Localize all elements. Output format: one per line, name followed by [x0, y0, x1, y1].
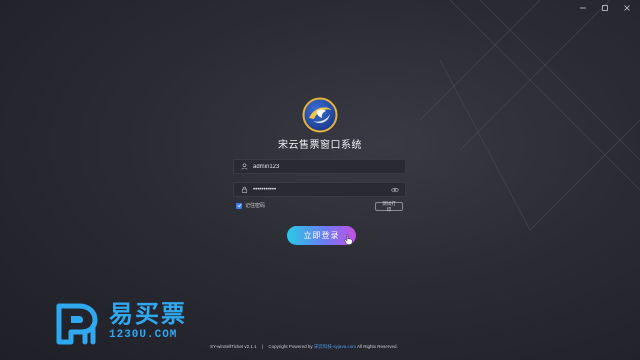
app-title: 宋云售票窗口系统: [278, 140, 362, 151]
brand-name: 易买票: [109, 301, 187, 328]
brand-url: 1230U.COM: [109, 329, 178, 341]
lock-icon: [237, 186, 251, 193]
show-password-icon[interactable]: [388, 187, 402, 193]
password-field[interactable]: [233, 182, 406, 197]
background-decoration: [420, 0, 640, 230]
remember-password[interactable]: 记住密码: [236, 202, 265, 209]
footer-divider: |: [261, 344, 264, 349]
app-logo-icon: [302, 97, 338, 133]
footer: SY-winSellTicket v2.1.1 | Copyright Powe…: [210, 344, 398, 350]
window-controls: [576, 2, 634, 14]
hand-cursor-icon: [344, 234, 353, 245]
username-field[interactable]: [233, 159, 406, 174]
footer-copyright: Copyright Powered by: [268, 344, 313, 349]
minimize-icon[interactable]: [576, 2, 590, 14]
user-icon: [237, 163, 251, 170]
brand-logo-icon: [56, 303, 98, 345]
username-input[interactable]: [251, 160, 405, 173]
maximize-icon[interactable]: [598, 2, 612, 14]
footer-rights: All Rights Reserved.: [356, 344, 398, 349]
test-print-button[interactable]: 测试打印: [375, 201, 403, 212]
footer-version: SY-winSellTicket v2.1.1: [210, 344, 257, 349]
close-icon[interactable]: [620, 2, 634, 14]
remember-checkbox[interactable]: [236, 202, 242, 209]
password-input[interactable]: [251, 183, 388, 196]
footer-company-link[interactable]: 宋云科技-syjava.com: [314, 344, 356, 349]
remember-label: 记住密码: [245, 203, 266, 209]
brand-watermark: 易买票 1230U.COM: [55, 302, 187, 346]
